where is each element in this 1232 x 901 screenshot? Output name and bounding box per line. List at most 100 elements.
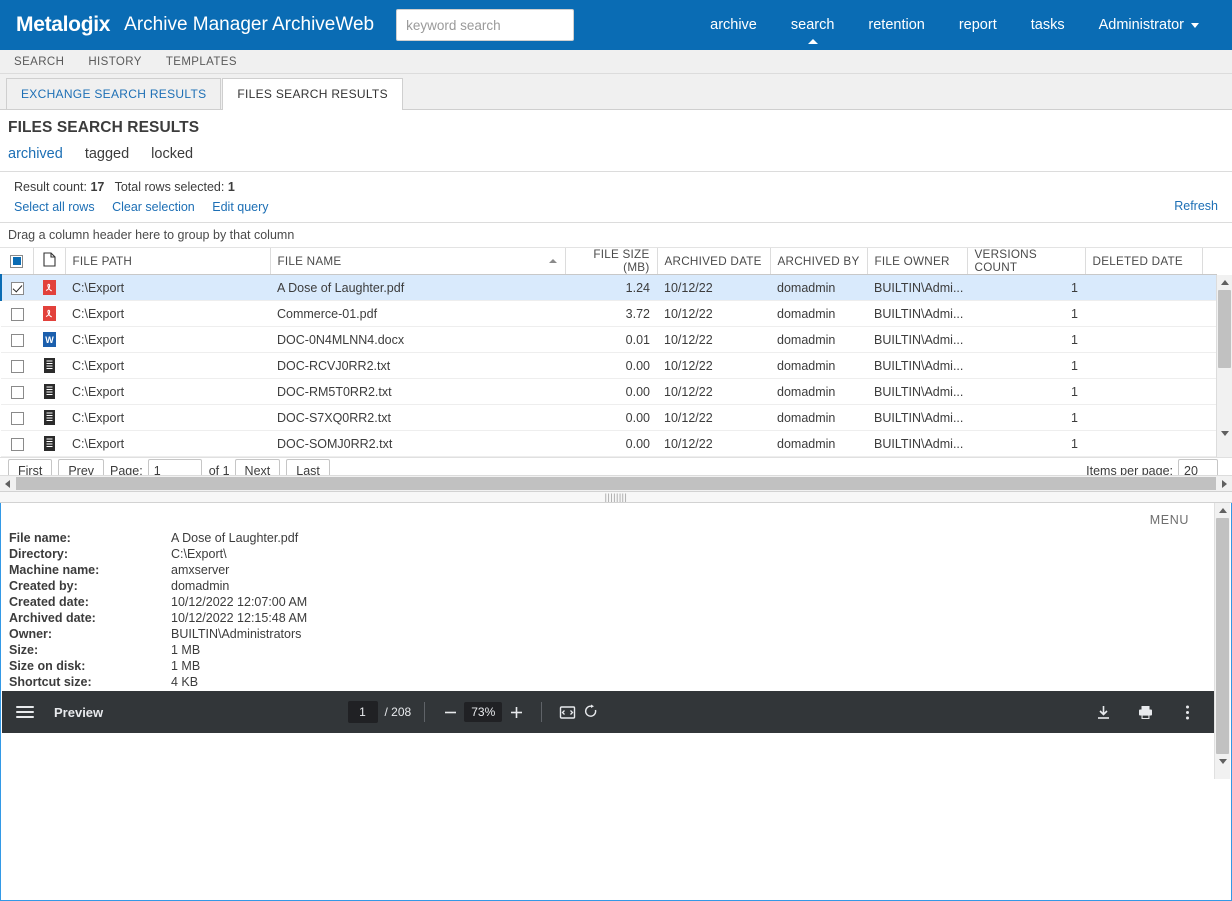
table-row[interactable]: C:\Export A Dose of Laughter.pdf 1.24 10… — [1, 275, 1217, 301]
filter-archived[interactable]: archived — [8, 146, 63, 162]
text-file-icon — [42, 435, 57, 452]
tab-exchange-search-results[interactable]: EXCHANGE SEARCH RESULTS — [6, 78, 221, 109]
column-header-versions-count[interactable]: VERSIONS COUNT — [967, 248, 1085, 275]
filter-tagged[interactable]: tagged — [85, 146, 129, 162]
cell-archived-by: domadmin — [770, 301, 867, 327]
nav-item-tasks[interactable]: tasks — [1014, 0, 1082, 50]
column-header-deleted-date[interactable]: DELETED DATE — [1085, 248, 1202, 275]
row-checkbox[interactable] — [11, 282, 24, 295]
scroll-down-button[interactable] — [1217, 426, 1232, 441]
row-select-cell[interactable] — [1, 275, 33, 301]
nav-item-archive[interactable]: archive — [693, 0, 774, 50]
subnav-item-history[interactable]: HISTORY — [88, 56, 142, 68]
table-row[interactable]: C:\Export DOC-RCVJ0RR2.txt 0.00 10/12/22… — [1, 353, 1217, 379]
filter-locked[interactable]: locked — [151, 146, 193, 162]
pdf-page-area — [2, 733, 1214, 778]
table-row[interactable]: C:\Export Commerce-01.pdf 3.72 10/12/22 … — [1, 301, 1217, 327]
row-checkbox[interactable] — [11, 412, 24, 425]
edit-query-link[interactable]: Edit query — [212, 200, 268, 214]
nav-item-search[interactable]: search — [774, 0, 852, 50]
column-header-file-path[interactable]: FILE PATH — [65, 248, 270, 275]
detail-menu-button[interactable]: MENU — [1150, 513, 1189, 527]
pager-first-button[interactable]: First — [8, 459, 52, 475]
scroll-left-button[interactable] — [0, 476, 15, 491]
pdf-page-input[interactable] — [348, 701, 378, 723]
select-all-checkbox[interactable] — [10, 255, 23, 268]
pager-prev-button[interactable]: Prev — [58, 459, 104, 475]
table-row[interactable]: C:\Export DOC-S7XQ0RR2.txt 0.00 10/12/22… — [1, 405, 1217, 431]
column-header-file-size[interactable]: FILE SIZE (MB) — [565, 248, 657, 275]
nav-item-report[interactable]: report — [942, 0, 1014, 50]
pager-last-button[interactable]: Last — [286, 459, 330, 475]
table-row[interactable]: W C:\Export DOC-0N4MLNN4.docx 0.01 10/12… — [1, 327, 1217, 353]
subnav-item-templates[interactable]: TEMPLATES — [166, 56, 237, 68]
detail-vertical-scrollbar[interactable] — [1214, 503, 1230, 779]
row-select-cell[interactable] — [1, 379, 33, 405]
minus-icon[interactable] — [438, 700, 462, 724]
grid-horizontal-scrollbar[interactable] — [0, 475, 1232, 491]
row-select-cell[interactable] — [1, 431, 33, 457]
row-select-cell[interactable] — [1, 405, 33, 431]
hscrollbar-thumb[interactable] — [16, 477, 1216, 490]
column-header-archived-date[interactable]: ARCHIVED DATE — [657, 248, 770, 275]
tab-files-search-results[interactable]: FILES SEARCH RESULTS — [222, 78, 402, 110]
nav-item-administrator[interactable]: Administrator — [1082, 0, 1216, 50]
fit-to-width-icon[interactable] — [555, 700, 579, 724]
metadata-key: Created date: — [9, 594, 171, 610]
pdf-file-icon — [42, 279, 57, 296]
pager-next-button[interactable]: Next — [235, 459, 281, 475]
cell-file-path: C:\Export — [65, 379, 270, 405]
row-file-type-cell — [33, 301, 65, 327]
refresh-link[interactable]: Refresh — [1174, 199, 1218, 213]
more-options-icon[interactable] — [1176, 700, 1200, 724]
row-file-type-cell — [33, 431, 65, 457]
table-header-row: FILE PATH FILE NAME FILE SIZE (MB) ARCHI… — [1, 248, 1217, 275]
detail-scrollbar-thumb[interactable] — [1216, 518, 1229, 754]
download-icon[interactable] — [1092, 700, 1116, 724]
hamburger-menu-icon[interactable] — [16, 703, 34, 721]
document-icon — [43, 252, 56, 267]
result-counts: Result count: 17 Total rows selected: 1 — [8, 178, 1224, 198]
app-title: Archive Manager ArchiveWeb — [124, 14, 374, 36]
column-header-archived-by[interactable]: ARCHIVED BY — [770, 248, 867, 275]
keyword-search-input[interactable] — [396, 9, 574, 41]
detail-scroll-down-button[interactable] — [1215, 754, 1230, 769]
table-row[interactable]: C:\Export DOC-RM5T0RR2.txt 0.00 10/12/22… — [1, 379, 1217, 405]
results-grid: Drag a column header here to group by th… — [0, 222, 1232, 491]
plus-icon[interactable] — [504, 700, 528, 724]
items-per-page-input[interactable] — [1178, 459, 1218, 475]
metadata-value: BUILTIN\Administrators — [171, 626, 301, 642]
scroll-right-button[interactable] — [1217, 476, 1232, 491]
column-header-file-owner[interactable]: FILE OWNER — [867, 248, 967, 275]
pane-splitter[interactable]: |||||||| — [0, 491, 1232, 503]
rotate-icon[interactable] — [579, 700, 603, 724]
grid-vertical-scrollbar[interactable] — [1216, 275, 1232, 457]
nav-item-retention[interactable]: retention — [851, 0, 941, 50]
select-all-header[interactable] — [1, 248, 33, 275]
print-icon[interactable] — [1134, 700, 1158, 724]
row-checkbox[interactable] — [11, 360, 24, 373]
row-checkbox[interactable] — [11, 438, 24, 451]
subnav-item-search[interactable]: SEARCH — [14, 56, 64, 68]
row-select-cell[interactable] — [1, 301, 33, 327]
metadata-value: 10/12/2022 12:07:00 AM — [171, 594, 307, 610]
column-header-file-name[interactable]: FILE NAME — [270, 248, 565, 275]
row-checkbox[interactable] — [11, 334, 24, 347]
cell-deleted-date — [1085, 379, 1202, 405]
clear-selection-link[interactable]: Clear selection — [112, 200, 195, 214]
pdf-zoom-value[interactable]: 73% — [464, 702, 502, 722]
row-select-cell[interactable] — [1, 327, 33, 353]
metadata-value: A Dose of Laughter.pdf — [171, 530, 298, 546]
detail-scroll-up-button[interactable] — [1215, 503, 1230, 518]
cell-versions-count: 1 — [967, 405, 1085, 431]
group-by-dropzone[interactable]: Drag a column header here to group by th… — [0, 223, 1232, 248]
row-checkbox[interactable] — [11, 386, 24, 399]
row-checkbox[interactable] — [11, 308, 24, 321]
scroll-up-button[interactable] — [1217, 275, 1232, 290]
select-all-rows-link[interactable]: Select all rows — [14, 200, 95, 214]
row-select-cell[interactable] — [1, 353, 33, 379]
table-row[interactable]: C:\Export DOC-SOMJ0RR2.txt 0.00 10/12/22… — [1, 431, 1217, 457]
metadata-value: 1 MB — [171, 642, 200, 658]
pager-page-input[interactable] — [148, 459, 202, 475]
scrollbar-thumb[interactable] — [1218, 290, 1231, 368]
